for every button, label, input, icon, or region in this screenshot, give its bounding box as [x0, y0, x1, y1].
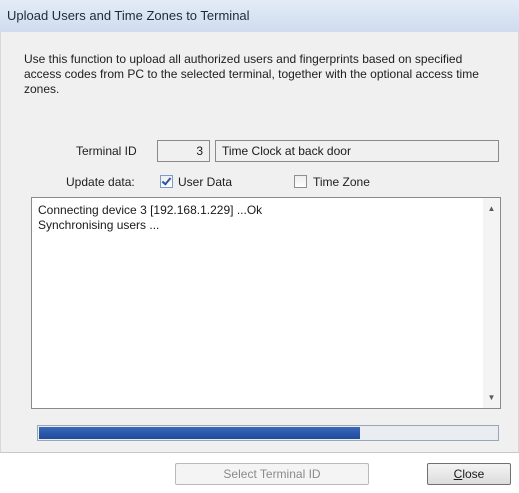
window-title: Upload Users and Time Zones to Terminal: [7, 8, 250, 23]
terminal-id-label: Terminal ID: [76, 144, 137, 158]
description-text: Use this function to upload all authoriz…: [24, 52, 479, 96]
progress-bar: [37, 425, 499, 441]
scroll-up-arrow-icon[interactable]: ▲: [483, 200, 500, 217]
scroll-down-arrow-icon[interactable]: ▼: [483, 389, 500, 406]
log-scrollbar[interactable]: ▲ ▼: [483, 198, 500, 408]
update-data-label: Update data:: [66, 175, 135, 189]
title-bar: Upload Users and Time Zones to Terminal: [0, 0, 519, 33]
progress-fill: [39, 427, 360, 439]
user-data-label[interactable]: User Data: [178, 175, 232, 189]
terminal-name-field: Time Clock at back door: [215, 140, 499, 162]
user-data-checkbox[interactable]: [160, 175, 173, 188]
terminal-id-field: 3: [157, 140, 210, 162]
log-output[interactable]: Connecting device 3 [192.168.1.229] ...O…: [31, 197, 501, 409]
close-button[interactable]: Close: [427, 463, 511, 485]
log-text: Connecting device 3 [192.168.1.229] ...O…: [38, 203, 263, 232]
time-zone-checkbox[interactable]: [294, 175, 307, 188]
close-label: lose: [462, 467, 485, 481]
select-terminal-button[interactable]: Select Terminal ID: [175, 463, 369, 485]
footer: Select Terminal ID Close: [0, 453, 519, 493]
time-zone-label[interactable]: Time Zone: [313, 175, 370, 189]
